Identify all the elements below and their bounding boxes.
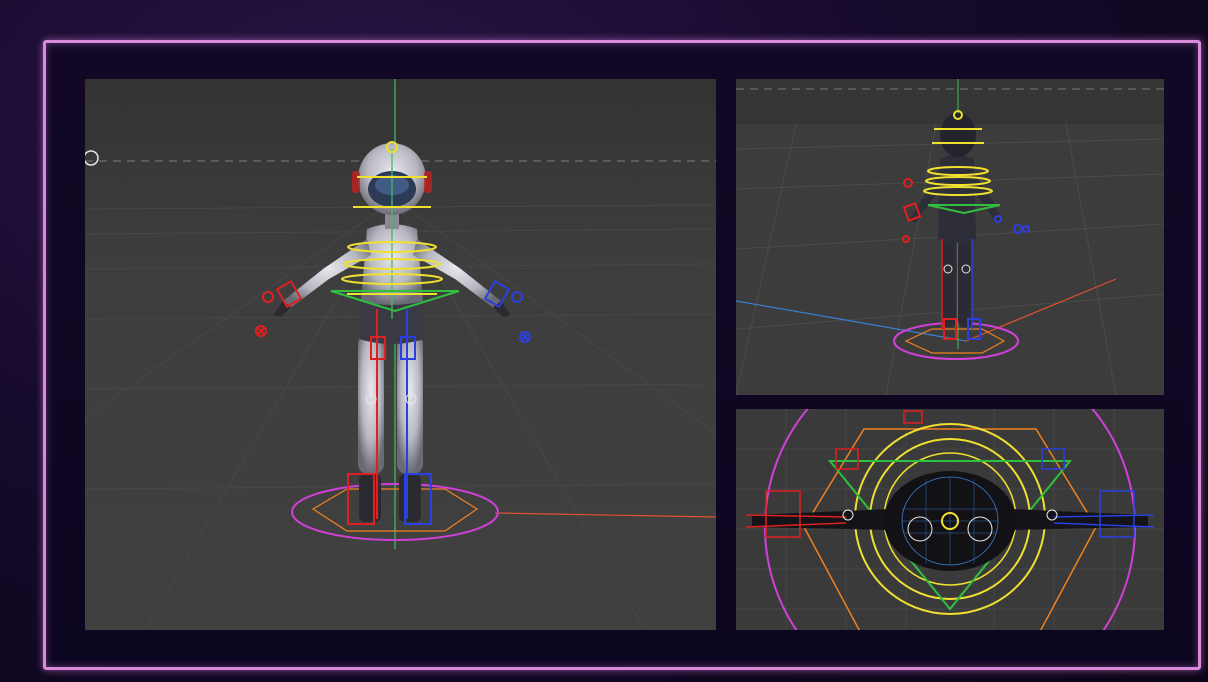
front-viewport-canvas[interactable] — [85, 79, 716, 630]
top-viewport-canvas[interactable] — [736, 409, 1164, 630]
perspective-viewport[interactable] — [736, 79, 1164, 395]
front-viewport[interactable] — [85, 79, 716, 630]
perspective-viewport-canvas[interactable] — [736, 79, 1164, 395]
top-viewport[interactable] — [736, 409, 1164, 630]
